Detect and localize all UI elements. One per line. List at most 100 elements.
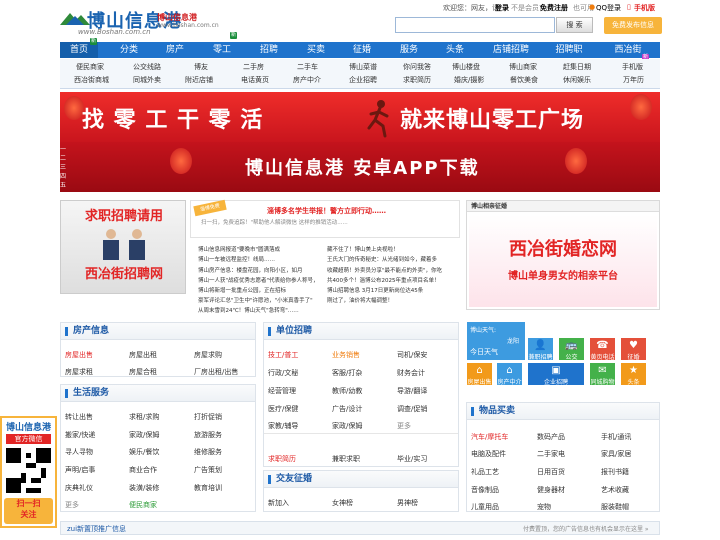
search-button[interactable]: 搜 索 <box>556 17 593 33</box>
subnav-link[interactable]: 手机版 <box>622 62 643 72</box>
section-link[interactable]: 广告/设计 <box>332 404 362 414</box>
nav-trade[interactable]: 买卖 <box>297 42 335 58</box>
section-link[interactable]: 装潢/装修 <box>129 483 159 493</box>
section-link[interactable]: 求职简历 <box>268 454 296 464</box>
section-link[interactable]: 司机/保安 <box>397 350 427 360</box>
subnav-link[interactable]: 博山商家 <box>509 62 537 72</box>
section-link[interactable]: 汽车/摩托车 <box>471 432 508 442</box>
section-link[interactable]: 报刊书籍 <box>601 467 629 477</box>
tile-yellow-pages[interactable]: ☎ 黄页电话 <box>590 338 615 361</box>
section-link[interactable]: 房屋合租 <box>129 367 157 377</box>
section-link[interactable]: 健身器材 <box>537 485 565 495</box>
news-item[interactable]: 共400多个！淄博公布2025年重点项目名单！ <box>327 276 460 284</box>
mobile-link[interactable]: 手机版 <box>634 3 655 13</box>
section-link[interactable]: 业务销售 <box>332 350 360 360</box>
banner-dot[interactable]: 五 <box>60 180 72 189</box>
section-link[interactable]: 服装鞋帽 <box>601 502 629 512</box>
news-item[interactable]: 收藏超萌！外卖员分享"最不能点的外卖"，你吃 <box>327 266 460 274</box>
nav-dating[interactable]: 征婚 <box>343 42 381 58</box>
section-link[interactable]: 二手家电 <box>537 449 565 459</box>
section-link[interactable]: 声明/启事 <box>65 465 95 475</box>
section-link[interactable]: 数码产品 <box>537 432 565 442</box>
section-link[interactable]: 礼品工艺 <box>471 467 499 477</box>
subnav-link[interactable]: 餐饮美食 <box>510 75 538 85</box>
section-link[interactable]: 行政/文秘 <box>268 368 298 378</box>
news-item[interactable]: 藏不住了！博山美上央视啦！ <box>327 245 460 253</box>
section-link[interactable]: 旅游服务 <box>194 430 222 440</box>
section-link[interactable]: 娱乐/餐饮 <box>129 447 159 457</box>
section-link[interactable]: 教育培训 <box>194 483 222 493</box>
subnav-link[interactable]: 二手房 <box>243 62 264 72</box>
more-link[interactable]: 更多 <box>65 500 79 510</box>
section-link[interactable]: 转让出售 <box>65 412 93 422</box>
section-link[interactable]: 女神榜 <box>332 498 353 508</box>
subnav-link[interactable]: 电话黄页 <box>241 75 269 85</box>
section-link[interactable]: 教师/幼教 <box>332 386 362 396</box>
section-link[interactable]: 财务会计 <box>397 368 425 378</box>
section-link[interactable]: 新加入 <box>268 498 289 508</box>
wechat-qr-panel[interactable]: 博山信息港 官方微信 扫一扫 关注 <box>0 416 57 528</box>
news-item[interactable]: 豪军评论汇总"卫生中"许愿池，"小米真香手了" <box>198 296 328 304</box>
subnav-link[interactable]: 便民商家 <box>76 62 104 72</box>
section-link[interactable]: 房屋出租 <box>129 350 157 360</box>
section-link[interactable]: 调查/促销 <box>397 404 427 414</box>
dating-ad-box[interactable]: 博山相亲征婚 西冶街婚恋网 博山单身男女的相亲平台 <box>466 200 660 310</box>
subnav-link[interactable]: 二手车 <box>297 62 318 72</box>
subnav-link[interactable]: 你问我答 <box>403 62 431 72</box>
subnav-link[interactable]: 西冶街商城 <box>74 75 109 85</box>
tile-bus[interactable]: 🚌 公交 <box>559 338 584 361</box>
section-link[interactable]: 导游/翻译 <box>397 386 427 396</box>
subnav-link[interactable]: 房产中介 <box>293 75 321 85</box>
subnav-link[interactable]: 博山菜谱 <box>349 62 377 72</box>
subnav-link[interactable]: 公交线路 <box>133 62 161 72</box>
section-link[interactable]: 便民商家 <box>129 500 157 510</box>
section-link[interactable]: 电脑及配件 <box>471 449 506 459</box>
subnav-link[interactable]: 附近店铺 <box>185 75 213 85</box>
login-link[interactable]: 登录 <box>495 3 509 13</box>
promo-hint[interactable]: 付费置顶，您的广告信息也有机会显示在这里 » <box>523 524 649 533</box>
section-link[interactable]: 广告策划 <box>194 465 222 475</box>
nav-house[interactable]: 房产 <box>156 42 194 58</box>
section-link[interactable]: 寻人寻物 <box>65 447 93 457</box>
section-link[interactable]: 厂房出租/出售 <box>194 367 238 377</box>
news-item[interactable]: 博山信息网报道"要晚市"圆满落成 <box>198 245 328 253</box>
section-link[interactable]: 庆典礼仪 <box>65 483 93 493</box>
weather-tile[interactable]: 博山天气: 今日天气 龙阳 <box>467 322 525 360</box>
notice-box[interactable]: 淄博免费 淄博多名学生举报！警方立即行动…… 扫一扫，免费追踪！"帮助他人解读微… <box>190 199 460 238</box>
section-link[interactable]: 医疗/保健 <box>268 404 298 414</box>
tile-house-sale[interactable]: ⌂ 房屋出售 <box>467 363 492 386</box>
recruit-ad[interactable]: 求职招聘请用 西冶街招聘网 <box>60 200 186 294</box>
tile-agency[interactable]: ⌂ 房产中介 <box>497 363 522 386</box>
section-link[interactable]: 音像制品 <box>471 485 499 495</box>
section-link[interactable]: 维修服务 <box>194 447 222 457</box>
app-download-banner[interactable]: 一 二 三 四 五 博山信息港 安卓APP下载 <box>60 142 660 192</box>
section-link[interactable]: 日用百货 <box>537 467 565 477</box>
subnav-link[interactable]: 婚庆/摄影 <box>454 75 484 85</box>
subnav-link[interactable]: 企业招聘 <box>349 75 377 85</box>
news-item[interactable]: 博山一人获"战疫优秀志愿者"代表给你参人称号， <box>198 276 328 284</box>
news-item[interactable]: 王氏大门的传奇秘史：从光绪到如今，藏着多 <box>327 255 460 263</box>
register-link[interactable]: 免费注册 <box>540 3 568 13</box>
more-link[interactable]: 更多 <box>397 421 411 431</box>
subnav-link[interactable]: 赶集日期 <box>563 62 591 72</box>
subnav-link[interactable]: 博友 <box>194 62 208 72</box>
section-link[interactable]: 求租/求购 <box>129 412 159 422</box>
banner-dot[interactable]: 三 <box>60 162 72 171</box>
nav-headline[interactable]: 头条 <box>436 42 474 58</box>
section-link[interactable]: 搬家/快递 <box>65 430 95 440</box>
section-link[interactable]: 房屋求租 <box>65 367 93 377</box>
section-link[interactable]: 家教/辅导 <box>268 421 298 431</box>
notice-title[interactable]: 淄博多名学生举报！警方立即行动…… <box>267 206 386 216</box>
odd-jobs-banner[interactable]: 找 零 工 干 零 活 就来博山零工广场 <box>60 92 660 142</box>
section-link[interactable]: 商业合作 <box>129 465 157 475</box>
news-item[interactable]: 博山一车被远程监控！线局…… <box>198 255 328 263</box>
news-item[interactable]: 博山将新增一批重点公园，正在招标 <box>198 286 328 294</box>
section-link[interactable]: 家政/保姆 <box>332 421 362 431</box>
section-link[interactable]: 宠物 <box>537 502 551 512</box>
promo-title[interactable]: zui新置顶推广信息 <box>67 524 126 534</box>
tile-enterprise[interactable]: ▣ 企业招聘 <box>528 363 584 386</box>
tile-dating[interactable]: ♥ 征婚 <box>621 338 646 361</box>
section-link[interactable]: 房屋求购 <box>194 350 222 360</box>
section-link[interactable]: 艺术收藏 <box>601 485 629 495</box>
subnav-link[interactable]: 同城外卖 <box>133 75 161 85</box>
